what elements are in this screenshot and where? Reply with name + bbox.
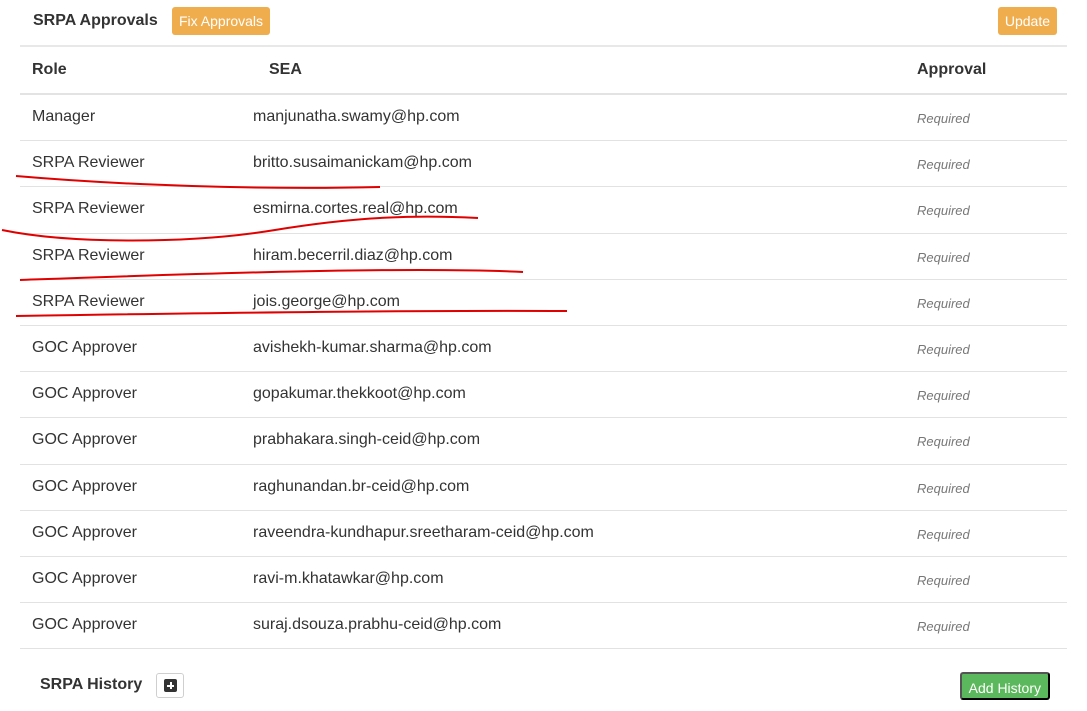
approval-cell: Required bbox=[917, 388, 970, 404]
table-body: Manager manjunatha.swamy@hp.com Required SR… bbox=[20, 95, 1067, 650]
role-cell: Manager bbox=[32, 108, 96, 125]
table-row: GOC Approver raveendra-kundhapur.sreethar… bbox=[20, 511, 1067, 557]
table-row: SRPA Reviewer jois.george@hp.com Required bbox=[20, 280, 1067, 326]
approval-cell: Required bbox=[917, 249, 970, 265]
table-row: SRPA Reviewer esmirna.cortes.real@hp.com R… bbox=[20, 187, 1067, 234]
add-history-plus-button[interactable] bbox=[156, 673, 184, 698]
approval-cell: Required bbox=[917, 341, 970, 357]
table-row: GOC Approver raghunandan.br-ceid@hp.com Re… bbox=[20, 465, 1067, 511]
section-title: SRPA Approvals bbox=[33, 12, 158, 29]
approval-cell: Required bbox=[917, 203, 970, 219]
sea-cell: jois.george@hp.com bbox=[253, 292, 400, 310]
table-header: Role SEA Approval bbox=[20, 47, 1067, 95]
table-row: GOC Approver avishekh-kumar.sharma@hp.com… bbox=[20, 326, 1067, 373]
sea-cell: esmirna.cortes.real@hp.com bbox=[253, 200, 458, 218]
sea-cell: manjunatha.swamy@hp.com bbox=[253, 108, 460, 125]
history-title: SRPA History bbox=[40, 676, 143, 693]
sea-cell: prabhakara.singh-ceid@hp.com bbox=[253, 431, 481, 449]
table-row: SRPA Reviewer britto.susaimanickam@hp.com… bbox=[20, 141, 1067, 188]
sea-cell: britto.susaimanickam@hp.com bbox=[253, 154, 472, 172]
sea-cell: avishekh-kumar.sharma@hp.com bbox=[253, 338, 492, 356]
table-row: GOC Approver prabhakara.singh-ceid@hp.com… bbox=[20, 418, 1067, 465]
approval-cell: Required bbox=[917, 434, 970, 450]
add-history-button[interactable]: Add History bbox=[959, 672, 1050, 700]
approval-cell: Required bbox=[917, 157, 970, 173]
role-cell: SRPA Reviewer bbox=[32, 154, 145, 172]
approvals-header: SRPA Approvals Fix Approvals Update bbox=[20, 6, 1067, 36]
sea-cell: gopakumar.thekkoot@hp.com bbox=[253, 385, 466, 403]
approval-cell: Required bbox=[917, 526, 970, 542]
sea-cell: suraj.dsouza.prabhu-ceid@hp.com bbox=[253, 616, 502, 634]
approvals-table: Role SEA Approval Manager manjunatha.swam… bbox=[20, 45, 1067, 650]
approval-cell: Required bbox=[917, 295, 970, 311]
role-cell: SRPA Reviewer bbox=[32, 200, 145, 218]
table-row: GOC Approver gopakumar.thekkoot@hp.com Req… bbox=[20, 372, 1067, 419]
approval-cell: Required bbox=[917, 480, 970, 496]
approval-cell: Required bbox=[917, 111, 970, 126]
role-cell: GOC Approver bbox=[32, 477, 137, 495]
column-header-role: Role bbox=[32, 61, 67, 78]
role-cell: GOC Approver bbox=[32, 569, 137, 587]
sea-cell: ravi-m.khatawkar@hp.com bbox=[253, 569, 444, 587]
sea-cell: raveendra-kundhapur.sreetharam-ceid@hp.c… bbox=[253, 523, 594, 541]
sea-cell: raghunandan.br-ceid@hp.com bbox=[253, 477, 470, 495]
update-button[interactable]: Update bbox=[997, 7, 1057, 35]
table-row: GOC Approver ravi-m.khatawkar@hp.com Requi… bbox=[20, 557, 1067, 604]
role-cell: GOC Approver bbox=[32, 523, 137, 541]
fix-approvals-button[interactable]: Fix Approvals bbox=[172, 7, 271, 35]
role-cell: SRPA Reviewer bbox=[32, 292, 145, 310]
table-row: GOC Approver suraj.dsouza.prabhu-ceid@hp.… bbox=[20, 603, 1067, 650]
plus-square-icon bbox=[164, 679, 177, 692]
table-row: SRPA Reviewer hiram.becerril.diaz@hp.com R… bbox=[20, 234, 1067, 280]
role-cell: GOC Approver bbox=[32, 385, 137, 403]
column-header-sea: SEA bbox=[269, 61, 302, 78]
role-cell: SRPA Reviewer bbox=[32, 246, 145, 264]
role-cell: GOC Approver bbox=[32, 616, 137, 634]
column-header-approval: Approval bbox=[917, 61, 987, 78]
table-row: Manager manjunatha.swamy@hp.com Required bbox=[20, 95, 1067, 142]
role-cell: GOC Approver bbox=[32, 338, 137, 356]
approval-cell: Required bbox=[917, 572, 970, 588]
sea-cell: hiram.becerril.diaz@hp.com bbox=[253, 246, 453, 264]
approval-cell: Required bbox=[917, 619, 970, 635]
role-cell: GOC Approver bbox=[32, 431, 137, 449]
